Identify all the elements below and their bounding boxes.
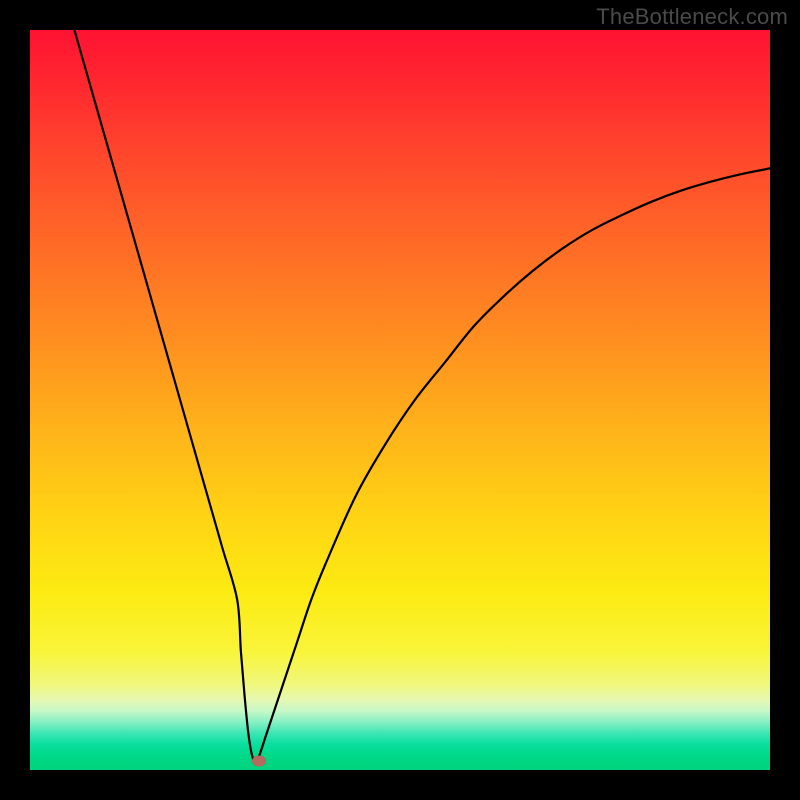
chart-frame: TheBottleneck.com (0, 0, 800, 800)
plot-area (30, 30, 770, 770)
bottleneck-curve (30, 30, 770, 770)
attribution-text: TheBottleneck.com (596, 4, 788, 30)
optimum-marker (252, 756, 266, 767)
